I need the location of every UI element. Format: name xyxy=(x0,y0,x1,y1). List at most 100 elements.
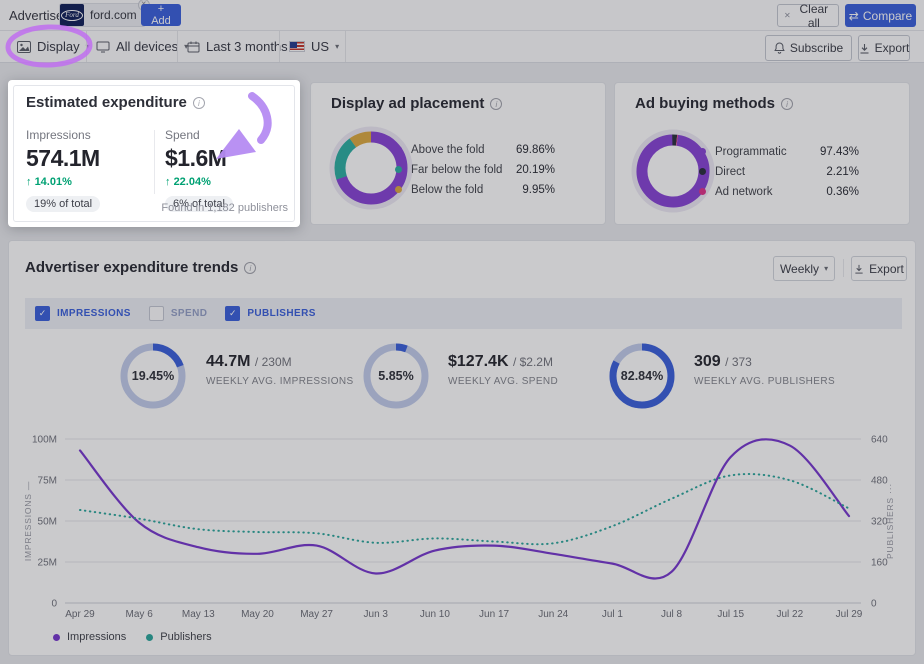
svg-text:Jul 1: Jul 1 xyxy=(602,609,624,620)
svg-text:Jul 15: Jul 15 xyxy=(717,609,744,620)
interval-dropdown[interactable]: Weekly ▾ xyxy=(773,256,835,281)
top-bar: Advertiser: Ford ford.com ✕ + Add ✕ Clea… xyxy=(0,0,924,30)
svg-text:0: 0 xyxy=(871,599,877,610)
svg-text:25M: 25M xyxy=(38,558,57,569)
legend-item[interactable]: Above the fold 69.86% xyxy=(395,143,555,156)
info-icon[interactable]: i xyxy=(244,262,256,274)
svg-text:May 13: May 13 xyxy=(182,609,215,620)
checkbox-icon[interactable]: ✓ xyxy=(225,306,240,321)
add-advertiser-button[interactable]: + Add xyxy=(141,4,181,26)
checkbox-icon[interactable]: ✓ xyxy=(35,306,50,321)
trends-title: Advertiser expenditure trends i xyxy=(25,259,256,276)
publishers-checkbox[interactable]: ✓ PUBLISHERS xyxy=(225,306,315,321)
legend-dot xyxy=(699,168,706,175)
legend-item[interactable]: Ad network 0.36% xyxy=(699,185,859,198)
impressions-gauge: 19.45% xyxy=(118,341,188,411)
checkbox-icon[interactable]: ✓ xyxy=(149,306,164,321)
spend-label: Spend xyxy=(165,128,233,142)
svg-text:PUBLISHERS ···: PUBLISHERS ··· xyxy=(885,483,895,559)
legend-dot xyxy=(395,166,402,173)
header-divider xyxy=(843,259,844,277)
toolbar-divider xyxy=(279,31,280,62)
impressions-change: ↑ 14.01% xyxy=(26,176,100,188)
legend-item[interactable]: Below the fold 9.95% xyxy=(395,183,555,196)
svg-text:75M: 75M xyxy=(38,476,57,487)
close-icon: ✕ xyxy=(784,11,791,20)
card-title: Ad buying methods i xyxy=(635,95,793,112)
devices-filter-dropdown[interactable]: All devices ▾ xyxy=(96,31,188,62)
trend-line-chart[interactable]: 100M64075M48050M32025M16000Apr 29May 6Ma… xyxy=(9,424,917,624)
svg-text:Jun 24: Jun 24 xyxy=(538,609,568,620)
svg-text:Jun 17: Jun 17 xyxy=(479,609,509,620)
legend-item[interactable]: Far below the fold 20.19% xyxy=(395,163,555,176)
card-title: Display ad placement i xyxy=(331,95,502,112)
spend-gauge-text: $127.4K / $2.2M WEEKLY AVG. SPEND xyxy=(448,353,558,387)
country-filter-dropdown[interactable]: US ▾ xyxy=(289,31,339,62)
clear-all-button[interactable]: ✕ Clear all xyxy=(777,4,839,27)
impressions-label: Impressions xyxy=(26,128,100,142)
legend-dot xyxy=(395,186,402,193)
placement-legend: Above the fold 69.86% Far below the fold… xyxy=(395,143,555,196)
svg-text:0: 0 xyxy=(51,599,57,610)
ad-buying-methods-card: Ad buying methods i Programmatic 97.43% … xyxy=(614,82,910,225)
info-icon[interactable]: i xyxy=(490,98,502,110)
legend-publishers[interactable]: Publishers xyxy=(146,631,211,643)
expenditure-trends-card: Advertiser expenditure trends i Weekly ▾… xyxy=(8,240,916,656)
impressions-checkbox[interactable]: ✓ IMPRESSIONS xyxy=(35,306,131,321)
monitor-icon xyxy=(96,41,110,53)
svg-text:50M: 50M xyxy=(38,517,57,528)
export-button[interactable]: Export xyxy=(858,35,910,61)
legend-impressions[interactable]: Impressions xyxy=(53,631,126,643)
impressions-gauge-text: 44.7M / 230M WEEKLY AVG. IMPRESSIONS xyxy=(206,353,354,387)
download-icon xyxy=(854,264,864,274)
spend-checkbox[interactable]: ✓ SPEND xyxy=(149,306,207,321)
estimated-expenditure-card: Estimated expenditure i Impressions 574.… xyxy=(8,80,300,227)
publishers-found-note: Found in 1,182 publishers xyxy=(161,202,288,214)
spend-metric: Spend $1.6M ↑ 22.04% 6% of total xyxy=(165,128,233,212)
legend-dot xyxy=(699,188,706,195)
legend-dot xyxy=(53,634,60,641)
display-filter-dropdown[interactable]: Display ▾ xyxy=(17,31,90,62)
ford-logo-icon: Ford xyxy=(60,4,84,26)
chevron-down-icon: ▾ xyxy=(824,264,828,273)
svg-text:Apr 29: Apr 29 xyxy=(65,609,95,620)
svg-text:Jul 29: Jul 29 xyxy=(836,609,863,620)
subscribe-button[interactable]: Subscribe xyxy=(765,35,852,61)
adclarity-dashboard: Advertiser: Ford ford.com ✕ + Add ✕ Clea… xyxy=(0,0,924,664)
card-title: Estimated expenditure i xyxy=(26,94,205,111)
legend-dot xyxy=(699,148,706,155)
ad-placement-card: Display ad placement i Above the fold 69… xyxy=(310,82,606,225)
up-arrow-icon: ↑ xyxy=(26,176,32,188)
chart-legend: Impressions Publishers xyxy=(53,631,212,643)
impressions-metric: Impressions 574.1M ↑ 14.01% 19% of total xyxy=(26,128,100,212)
publishers-gauge: 82.84% xyxy=(607,341,677,411)
svg-text:IMPRESSIONS —: IMPRESSIONS — xyxy=(23,481,33,561)
trends-export-button[interactable]: Export xyxy=(851,256,907,281)
legend-item[interactable]: Direct 2.21% xyxy=(699,165,859,178)
svg-text:May 20: May 20 xyxy=(241,609,274,620)
spend-value: $1.6M xyxy=(165,145,233,172)
svg-text:Jul 22: Jul 22 xyxy=(777,609,804,620)
toolbar-divider xyxy=(345,31,346,62)
compare-button[interactable]: ⇄ Compare xyxy=(845,4,916,27)
legend-dot xyxy=(395,146,402,153)
date-range-dropdown[interactable]: Last 3 months ▾ xyxy=(187,31,298,62)
advertiser-chip[interactable]: Ford ford.com ✕ xyxy=(59,3,146,27)
toolbar-divider xyxy=(86,31,87,62)
advertiser-name: ford.com xyxy=(90,8,137,22)
filter-toolbar: Display ▾ All devices ▾ Last 3 months ▾ … xyxy=(0,30,924,63)
buying-methods-legend: Programmatic 97.43% Direct 2.21% Ad netw… xyxy=(699,145,859,198)
spend-gauge: 5.85% xyxy=(361,341,431,411)
spend-change: ↑ 22.04% xyxy=(165,176,233,188)
legend-item[interactable]: Programmatic 97.43% xyxy=(699,145,859,158)
chevron-down-icon: ▾ xyxy=(335,42,339,51)
image-icon xyxy=(17,41,31,53)
publishers-gauge-text: 309 / 373 WEEKLY AVG. PUBLISHERS xyxy=(694,353,835,387)
legend-dot xyxy=(146,634,153,641)
series-toggle-bar: ✓ IMPRESSIONS ✓ SPEND ✓ PUBLISHERS xyxy=(25,298,902,329)
info-icon[interactable]: i xyxy=(193,97,205,109)
us-flag-icon xyxy=(289,41,305,52)
info-icon[interactable]: i xyxy=(781,98,793,110)
svg-text:Jun 3: Jun 3 xyxy=(364,609,389,620)
download-icon xyxy=(859,43,870,54)
